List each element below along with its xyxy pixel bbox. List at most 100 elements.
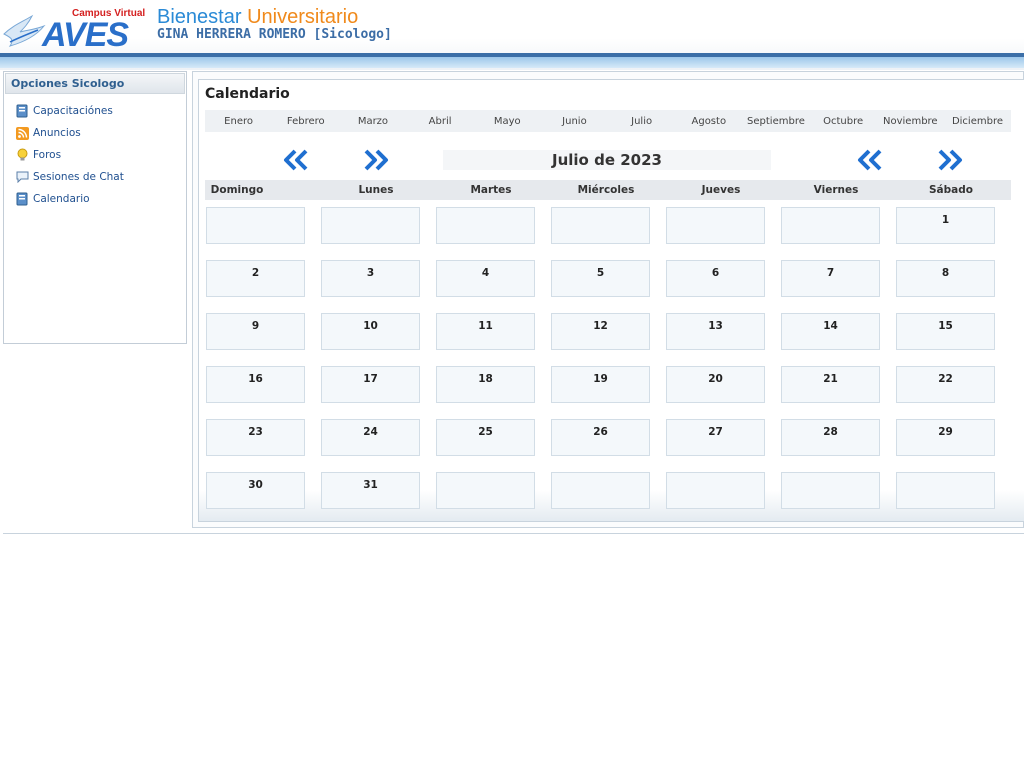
month-link[interactable]: Julio [608, 116, 675, 127]
empty-day-cell[interactable] [206, 207, 305, 244]
main-panel: Calendario Enero Febrero Marzo Abril May… [192, 71, 1024, 528]
aves-logo[interactable]: Campus Virtual AVES [2, 6, 145, 52]
sidebar-item-anuncios[interactable]: Anuncios [4, 122, 186, 144]
day-cell[interactable]: 5 [551, 260, 650, 297]
day-number: 13 [708, 320, 723, 332]
day-cell[interactable]: 7 [781, 260, 880, 297]
day-cell[interactable]: 4 [436, 260, 535, 297]
day-cell[interactable]: 22 [896, 366, 995, 403]
sidebar-item-calendario[interactable]: Calendario [4, 188, 186, 210]
day-cell[interactable]: 30 [206, 472, 305, 509]
day-cell[interactable]: 3 [321, 260, 420, 297]
day-number: 9 [251, 320, 260, 332]
day-number: 3 [366, 267, 375, 279]
day-number: 4 [481, 267, 490, 279]
sidebar-item-capacitaciones[interactable]: Capacitaciónes [4, 100, 186, 122]
day-cell[interactable]: 11 [436, 313, 535, 350]
month-link[interactable]: Noviembre [877, 116, 944, 127]
next-year-button[interactable] [935, 148, 965, 172]
day-cell[interactable]: 8 [896, 260, 995, 297]
day-cell[interactable]: 18 [436, 366, 535, 403]
day-cell[interactable]: 16 [206, 366, 305, 403]
day-cell[interactable]: 14 [781, 313, 880, 350]
sidebar-item-foros[interactable]: Foros [4, 144, 186, 166]
day-cell[interactable]: 10 [321, 313, 420, 350]
lightbulb-icon [15, 148, 29, 162]
day-cell[interactable]: 19 [551, 366, 650, 403]
month-link[interactable]: Mayo [474, 116, 541, 127]
weekday-label: Jueves [701, 184, 741, 196]
day-cell[interactable]: 13 [666, 313, 765, 350]
day-cell[interactable]: 6 [666, 260, 765, 297]
month-link[interactable]: Junio [541, 116, 608, 127]
month-link[interactable]: Febrero [272, 116, 339, 127]
book-icon [15, 104, 29, 118]
weekday-label: Sábado [929, 184, 973, 196]
month-bar: Enero Febrero Marzo Abril Mayo Junio Jul… [205, 110, 1011, 132]
weekday-label: Viernes [813, 184, 859, 196]
header: Campus Virtual AVES Bienestar Universita… [0, 0, 1024, 70]
next-month-button[interactable] [855, 148, 885, 172]
day-number: 6 [711, 267, 720, 279]
prev-year-button[interactable] [281, 148, 311, 172]
day-number: 28 [823, 426, 838, 438]
empty-day-cell[interactable] [666, 472, 765, 509]
month-link[interactable]: Diciembre [944, 116, 1011, 127]
empty-day-cell[interactable] [781, 472, 880, 509]
day-number: 24 [363, 426, 378, 438]
empty-day-cell[interactable] [551, 472, 650, 509]
app-title-part1: Bienestar [157, 6, 242, 28]
prev-month-button[interactable] [361, 148, 391, 172]
weekday-header: Domingo Lunes Martes Miércoles Jueves Vi… [205, 180, 1011, 200]
day-number: 11 [478, 320, 493, 332]
empty-day-cell[interactable] [436, 207, 535, 244]
empty-day-cell[interactable] [781, 207, 880, 244]
day-cell[interactable]: 1 [896, 207, 995, 244]
sidebar-item-label: Calendario [33, 193, 90, 205]
double-chevron-right-icon [938, 149, 962, 171]
day-cell[interactable]: 28 [781, 419, 880, 456]
day-cell[interactable]: 12 [551, 313, 650, 350]
day-number: 16 [248, 373, 263, 385]
day-cell[interactable]: 9 [206, 313, 305, 350]
day-cell[interactable]: 29 [896, 419, 995, 456]
day-cell[interactable]: 17 [321, 366, 420, 403]
day-number: 21 [823, 373, 838, 385]
day-cell[interactable]: 25 [436, 419, 535, 456]
weekday-label: Lunes [358, 184, 394, 196]
month-link[interactable]: Abril [407, 116, 474, 127]
footer-divider [3, 533, 1024, 534]
day-number: 8 [941, 267, 950, 279]
month-link[interactable]: Octubre [810, 116, 877, 127]
empty-day-cell[interactable] [896, 472, 995, 509]
sidebar-item-sesiones-chat[interactable]: Sesiones de Chat [4, 166, 186, 188]
day-cell[interactable]: 23 [206, 419, 305, 456]
day-number: 29 [938, 426, 953, 438]
calendar-panel: Calendario Enero Febrero Marzo Abril May… [198, 79, 1024, 522]
user-info: GINA HERRERA ROMERO [Sicologo] [157, 27, 392, 42]
weekday-label: Miércoles [577, 184, 635, 196]
current-month-label: Julio de 2023 [443, 150, 771, 170]
day-cell[interactable]: 24 [321, 419, 420, 456]
day-number: 15 [938, 320, 953, 332]
day-cell[interactable]: 20 [666, 366, 765, 403]
month-link[interactable]: Agosto [675, 116, 742, 127]
empty-day-cell[interactable] [436, 472, 535, 509]
double-chevron-left-icon [858, 149, 882, 171]
month-link[interactable]: Enero [205, 116, 272, 127]
empty-day-cell[interactable] [321, 207, 420, 244]
month-link[interactable]: Septiembre [742, 116, 809, 127]
empty-day-cell[interactable] [551, 207, 650, 244]
day-number: 23 [248, 426, 263, 438]
day-number: 10 [363, 320, 378, 332]
day-cell[interactable]: 2 [206, 260, 305, 297]
day-cell[interactable]: 27 [666, 419, 765, 456]
day-cell[interactable]: 26 [551, 419, 650, 456]
day-cell[interactable]: 31 [321, 472, 420, 509]
day-number: 31 [363, 479, 378, 491]
empty-day-cell[interactable] [666, 207, 765, 244]
month-link[interactable]: Marzo [339, 116, 406, 127]
day-cell[interactable]: 21 [781, 366, 880, 403]
day-cell[interactable]: 15 [896, 313, 995, 350]
day-number: 25 [478, 426, 493, 438]
